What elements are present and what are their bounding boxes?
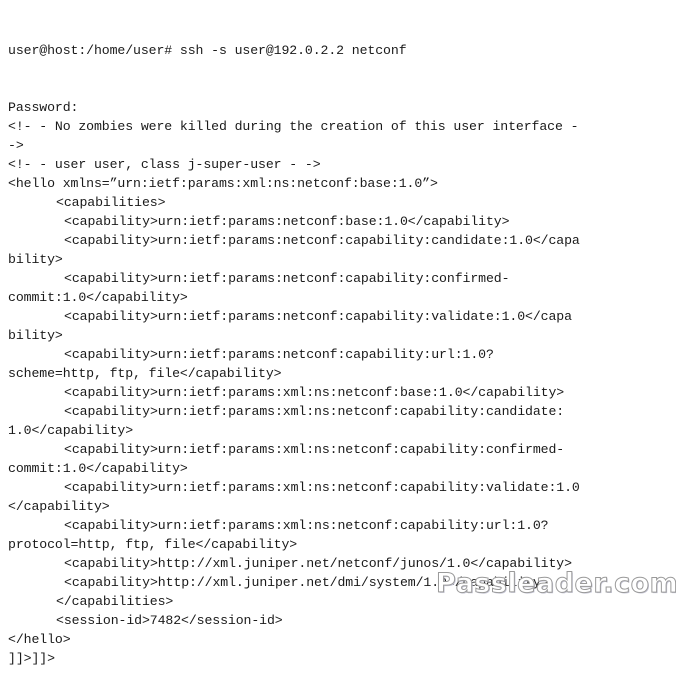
- output-line: <hello xmlns=”urn:ietf:params:xml:ns:net…: [8, 176, 438, 191]
- watermark-logo: Passleader.com: [435, 568, 676, 600]
- output-line: <capability>urn:ietf:params:xml:ns:netco…: [64, 518, 549, 533]
- output-line: <!- - user user, class j-super-user - ->: [8, 157, 321, 172]
- output-line: ]]>]]>: [8, 651, 55, 666]
- output-line: <capability>urn:ietf:params:netconf:capa…: [64, 271, 510, 286]
- output-line: protocol=http, ftp, file</capability>: [8, 537, 298, 552]
- output-line: <!- - No zombies were killed during the …: [8, 119, 579, 134]
- output-line: 1.0</capability>: [8, 423, 134, 438]
- output-line: <capability>urn:ietf:params:netconf:capa…: [64, 347, 494, 362]
- output-line: </hello>: [8, 632, 71, 647]
- output-line: <capability>urn:ietf:params:netconf:capa…: [64, 309, 572, 324]
- output-line: commit:1.0</capability>: [8, 461, 188, 476]
- output-line: <capability>urn:ietf:params:xml:ns:netco…: [64, 480, 580, 495]
- output-line: <capabilities>: [56, 195, 166, 210]
- output-line: </capability>: [8, 499, 110, 514]
- output-line: commit:1.0</capability>: [8, 290, 188, 305]
- output-line: scheme=http, ftp, file</capability>: [8, 366, 282, 381]
- output-line: <capability>urn:ietf:params:xml:ns:netco…: [64, 385, 565, 400]
- output-line: <capability>urn:ietf:params:xml:ns:netco…: [64, 404, 565, 419]
- output-line: <capability>urn:ietf:params:xml:ns:netco…: [64, 442, 565, 457]
- output-line: <capability>urn:ietf:params:netconf:base…: [64, 214, 510, 229]
- output-line: Password:: [8, 100, 79, 115]
- output-line: <capability>urn:ietf:params:netconf:capa…: [64, 233, 580, 248]
- output-line: bility>: [8, 252, 63, 267]
- output-line: bility>: [8, 328, 63, 343]
- output-line: <session-id>7482</session-id>: [56, 613, 283, 628]
- command-prompt-line: user@host:/home/user# ssh -s user@192.0.…: [8, 43, 407, 58]
- output-line: ->: [8, 138, 24, 153]
